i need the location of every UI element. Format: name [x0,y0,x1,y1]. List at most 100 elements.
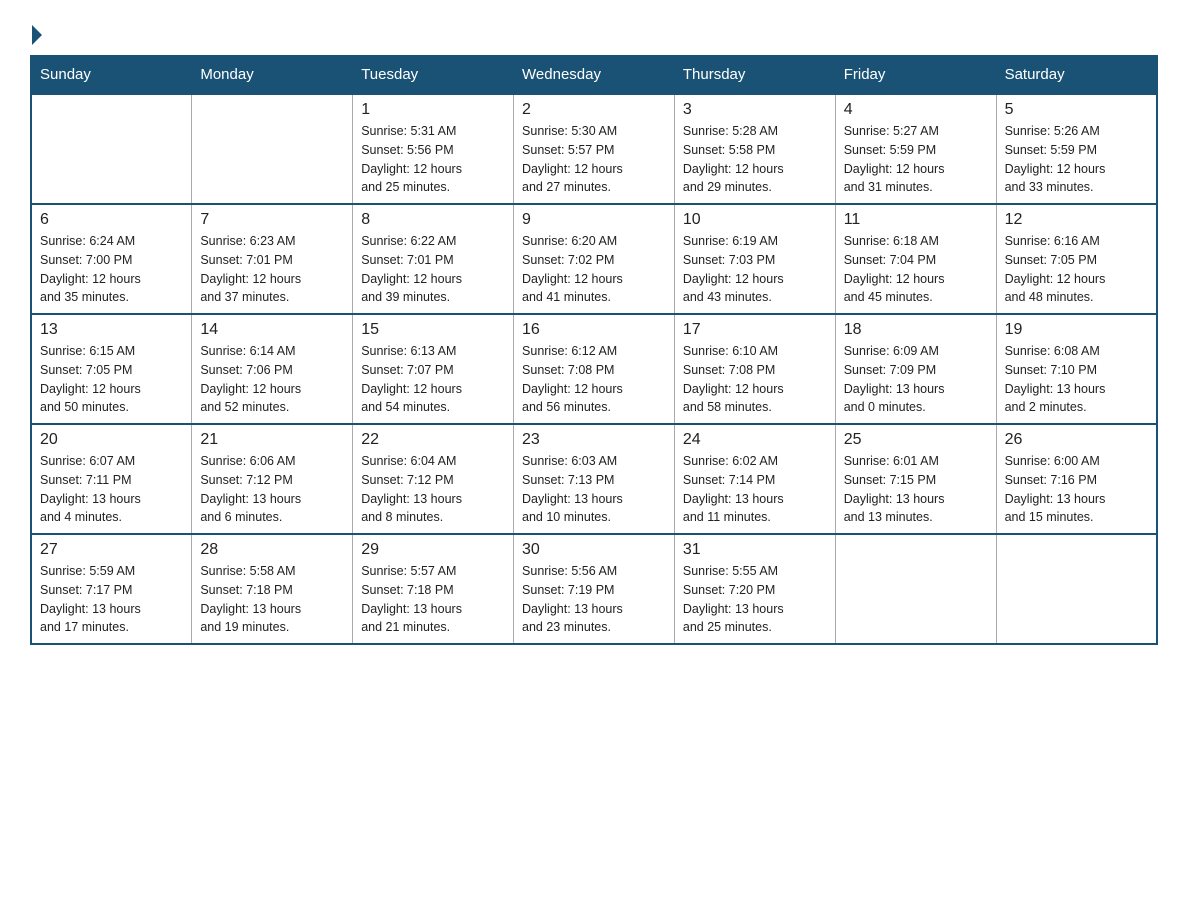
day-number: 8 [361,211,505,229]
day-info: Sunrise: 5:31 AMSunset: 5:56 PMDaylight:… [361,122,505,197]
day-number: 31 [683,541,827,559]
day-number: 5 [1005,101,1148,119]
day-info: Sunrise: 6:04 AMSunset: 7:12 PMDaylight:… [361,452,505,527]
calendar-cell: 1 Sunrise: 5:31 AMSunset: 5:56 PMDaylight… [353,94,514,204]
column-header-saturday: Saturday [996,56,1157,95]
column-header-monday: Monday [192,56,353,95]
calendar-cell: 4Sunrise: 5:27 AMSunset: 5:59 PMDaylight… [835,94,996,204]
day-number: 26 [1005,431,1148,449]
calendar-cell: 30 Sunrise: 5:56 AMSunset: 7:19 PMDayligh… [514,534,675,644]
day-info: Sunrise: 6:03 AMSunset: 7:13 PMDaylight:… [522,452,666,527]
column-header-sunday: Sunday [31,56,192,95]
day-info: Sunrise: 6:16 AMSunset: 7:05 PMDaylight:… [1005,232,1148,307]
calendar-cell: 28 Sunrise: 5:58 AMSunset: 7:18 PMDayligh… [192,534,353,644]
day-number: 9 [522,211,666,229]
day-number: 22 [361,431,505,449]
day-info: Sunrise: 5:57 AMSunset: 7:18 PMDaylight:… [361,562,505,637]
calendar-cell: 8 Sunrise: 6:22 AMSunset: 7:01 PMDaylight… [353,204,514,314]
calendar-cell: 2 Sunrise: 5:30 AMSunset: 5:57 PMDaylight… [514,94,675,204]
calendar-cell: 16 Sunrise: 6:12 AMSunset: 7:08 PMDayligh… [514,314,675,424]
calendar-cell: 20 Sunrise: 6:07 AMSunset: 7:11 PMDayligh… [31,424,192,534]
calendar-cell: 14 Sunrise: 6:14 AMSunset: 7:06 PMDayligh… [192,314,353,424]
day-number: 18 [844,321,988,339]
day-info: Sunrise: 5:59 AMSunset: 7:17 PMDaylight:… [40,562,183,637]
calendar-cell: 15Sunrise: 6:13 AMSunset: 7:07 PMDayligh… [353,314,514,424]
day-number: 15 [361,321,505,339]
column-header-wednesday: Wednesday [514,56,675,95]
day-number: 16 [522,321,666,339]
calendar-cell: 25 Sunrise: 6:01 AMSunset: 7:15 PMDayligh… [835,424,996,534]
day-number: 14 [200,321,344,339]
calendar-cell: 18 Sunrise: 6:09 AMSunset: 7:09 PMDayligh… [835,314,996,424]
day-info: Sunrise: 6:19 AMSunset: 7:03 PMDaylight:… [683,232,827,307]
calendar-cell: 21 Sunrise: 6:06 AMSunset: 7:12 PMDayligh… [192,424,353,534]
calendar-cell: 13 Sunrise: 6:15 AMSunset: 7:05 PMDayligh… [31,314,192,424]
calendar-cell: 27 Sunrise: 5:59 AMSunset: 7:17 PMDayligh… [31,534,192,644]
logo-arrow-icon [32,25,42,45]
day-number: 12 [1005,211,1148,229]
day-number: 23 [522,431,666,449]
calendar-cell [31,94,192,204]
calendar-cell: 11Sunrise: 6:18 AMSunset: 7:04 PMDayligh… [835,204,996,314]
day-info: Sunrise: 6:00 AMSunset: 7:16 PMDaylight:… [1005,452,1148,527]
day-number: 21 [200,431,344,449]
calendar-week-row: 1 Sunrise: 5:31 AMSunset: 5:56 PMDaylight… [31,94,1157,204]
day-info: Sunrise: 6:08 AMSunset: 7:10 PMDaylight:… [1005,342,1148,417]
calendar-cell: 6Sunrise: 6:24 AMSunset: 7:00 PMDaylight… [31,204,192,314]
day-number: 19 [1005,321,1148,339]
day-number: 28 [200,541,344,559]
column-header-tuesday: Tuesday [353,56,514,95]
calendar-cell: 9 Sunrise: 6:20 AMSunset: 7:02 PMDaylight… [514,204,675,314]
day-info: Sunrise: 5:30 AMSunset: 5:57 PMDaylight:… [522,122,666,197]
day-info: Sunrise: 5:26 AMSunset: 5:59 PMDaylight:… [1005,122,1148,197]
day-info: Sunrise: 6:23 AMSunset: 7:01 PMDaylight:… [200,232,344,307]
calendar-header-row: SundayMondayTuesdayWednesdayThursdayFrid… [31,56,1157,95]
day-number: 7 [200,211,344,229]
column-header-friday: Friday [835,56,996,95]
day-info: Sunrise: 5:56 AMSunset: 7:19 PMDaylight:… [522,562,666,637]
calendar-week-row: 6Sunrise: 6:24 AMSunset: 7:00 PMDaylight… [31,204,1157,314]
calendar-cell [192,94,353,204]
day-info: Sunrise: 5:55 AMSunset: 7:20 PMDaylight:… [683,562,827,637]
day-number: 6 [40,211,183,229]
day-number: 24 [683,431,827,449]
day-info: Sunrise: 6:06 AMSunset: 7:12 PMDaylight:… [200,452,344,527]
page-header [30,20,1158,45]
day-info: Sunrise: 6:14 AMSunset: 7:06 PMDaylight:… [200,342,344,417]
calendar-week-row: 13 Sunrise: 6:15 AMSunset: 7:05 PMDayligh… [31,314,1157,424]
day-number: 30 [522,541,666,559]
day-number: 13 [40,321,183,339]
calendar-cell: 3Sunrise: 5:28 AMSunset: 5:58 PMDaylight… [674,94,835,204]
day-number: 20 [40,431,183,449]
calendar-table: SundayMondayTuesdayWednesdayThursdayFrid… [30,55,1158,645]
day-info: Sunrise: 6:22 AMSunset: 7:01 PMDaylight:… [361,232,505,307]
day-info: Sunrise: 6:01 AMSunset: 7:15 PMDaylight:… [844,452,988,527]
calendar-cell: 29Sunrise: 5:57 AMSunset: 7:18 PMDayligh… [353,534,514,644]
day-number: 10 [683,211,827,229]
calendar-cell: 23 Sunrise: 6:03 AMSunset: 7:13 PMDayligh… [514,424,675,534]
day-info: Sunrise: 6:20 AMSunset: 7:02 PMDaylight:… [522,232,666,307]
day-info: Sunrise: 6:15 AMSunset: 7:05 PMDaylight:… [40,342,183,417]
day-info: Sunrise: 6:07 AMSunset: 7:11 PMDaylight:… [40,452,183,527]
calendar-cell: 31 Sunrise: 5:55 AMSunset: 7:20 PMDayligh… [674,534,835,644]
day-number: 27 [40,541,183,559]
day-number: 1 [361,101,505,119]
day-number: 2 [522,101,666,119]
day-info: Sunrise: 6:12 AMSunset: 7:08 PMDaylight:… [522,342,666,417]
day-number: 17 [683,321,827,339]
day-info: Sunrise: 5:58 AMSunset: 7:18 PMDaylight:… [200,562,344,637]
calendar-week-row: 27 Sunrise: 5:59 AMSunset: 7:17 PMDayligh… [31,534,1157,644]
calendar-cell: 24 Sunrise: 6:02 AMSunset: 7:14 PMDayligh… [674,424,835,534]
day-info: Sunrise: 6:02 AMSunset: 7:14 PMDaylight:… [683,452,827,527]
calendar-cell [835,534,996,644]
calendar-cell: 7 Sunrise: 6:23 AMSunset: 7:01 PMDaylight… [192,204,353,314]
calendar-week-row: 20 Sunrise: 6:07 AMSunset: 7:11 PMDayligh… [31,424,1157,534]
calendar-cell: 10 Sunrise: 6:19 AMSunset: 7:03 PMDayligh… [674,204,835,314]
day-info: Sunrise: 6:09 AMSunset: 7:09 PMDaylight:… [844,342,988,417]
calendar-cell: 26 Sunrise: 6:00 AMSunset: 7:16 PMDayligh… [996,424,1157,534]
day-number: 25 [844,431,988,449]
day-number: 11 [844,211,988,229]
calendar-cell [996,534,1157,644]
day-number: 3 [683,101,827,119]
logo [30,25,44,45]
